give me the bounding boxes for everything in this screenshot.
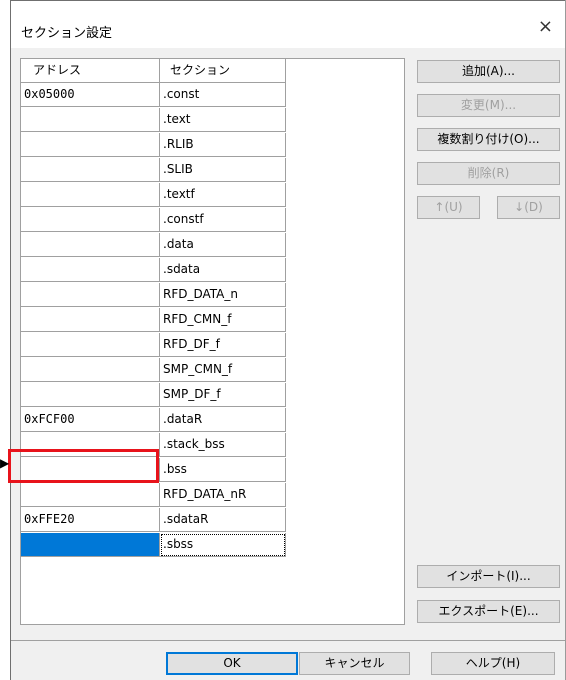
cancel-button[interactable]: キャンセル	[299, 652, 410, 675]
pointer-arrow-icon: ▶	[0, 456, 10, 470]
section-table: アドレス セクション 0x05000 .const .text .RLIB .SLIB.…	[20, 58, 405, 625]
table-row[interactable]: RFD_DATA_n	[21, 283, 286, 307]
section-cell[interactable]: RFD_CMN_f	[160, 308, 286, 332]
section-cell[interactable]: .stack_bss	[160, 433, 286, 457]
export-button[interactable]: エクスポート(E)...	[417, 600, 560, 623]
section-cell[interactable]: SMP_DF_f	[160, 383, 286, 407]
section-cell[interactable]: RFD_DATA_nR	[160, 483, 286, 507]
add-button[interactable]: 追加(A)...	[417, 60, 560, 83]
footer-separator	[11, 640, 565, 641]
column-header-address[interactable]: アドレス	[21, 59, 160, 83]
table-row[interactable]: .SLIB	[21, 158, 286, 182]
address-cell[interactable]	[21, 158, 160, 182]
ok-button[interactable]: OK	[166, 652, 298, 675]
close-icon[interactable]: ×	[538, 18, 553, 36]
dialog-title: セクション設定	[21, 26, 113, 41]
section-cell[interactable]: .sbss	[160, 533, 286, 557]
column-header-section[interactable]: セクション	[160, 59, 286, 83]
address-cell[interactable]	[21, 283, 160, 307]
table-row[interactable]: .textf	[21, 183, 286, 207]
table-row[interactable]: .data	[21, 233, 286, 257]
address-cell[interactable]	[21, 108, 160, 132]
change-button[interactable]: 変更(M)...	[417, 94, 560, 117]
address-cell[interactable]	[21, 483, 160, 507]
address-cell[interactable]	[21, 258, 160, 282]
delete-button[interactable]: 削除(R)	[417, 162, 560, 185]
address-cell[interactable]	[21, 233, 160, 257]
table-header: アドレス セクション	[21, 59, 286, 83]
multi-assign-button[interactable]: 複数割り付け(O)...	[417, 128, 560, 151]
section-cell[interactable]: .RLIB	[160, 133, 286, 157]
table-row[interactable]: 0x05000 .const	[21, 83, 286, 107]
move-up-button[interactable]: ↑(U)	[417, 196, 480, 219]
section-settings-dialog: セクション設定 × アドレス セクション 0x05000 .const .text.…	[10, 0, 566, 680]
move-down-button[interactable]: ↓(D)	[497, 196, 560, 219]
address-cell[interactable]: 0xFFE20	[21, 508, 160, 532]
section-cell[interactable]: .SLIB	[160, 158, 286, 182]
address-cell[interactable]	[21, 133, 160, 157]
address-cell[interactable]	[21, 383, 160, 407]
address-cell[interactable]	[21, 308, 160, 332]
section-cell[interactable]: .sdataR	[160, 508, 286, 532]
table-row[interactable]: .constf	[21, 208, 286, 232]
table-row[interactable]: .sdata	[21, 258, 286, 282]
address-cell[interactable]	[21, 208, 160, 232]
address-cell[interactable]	[21, 533, 160, 557]
table-row[interactable]: .sbss	[21, 533, 286, 557]
section-cell[interactable]: .bss	[160, 458, 286, 482]
table-row[interactable]: 0xFFE20 .sdataR	[21, 508, 286, 532]
table-row[interactable]: .text	[21, 108, 286, 132]
import-button[interactable]: インポート(I)...	[417, 565, 560, 588]
table-row[interactable]: SMP_DF_f	[21, 383, 286, 407]
section-cell[interactable]: .data	[160, 233, 286, 257]
section-cell[interactable]: RFD_DATA_n	[160, 283, 286, 307]
table-row[interactable]: 0xFCF00 .dataR	[21, 408, 286, 432]
section-cell[interactable]: .textf	[160, 183, 286, 207]
address-cell[interactable]	[21, 458, 160, 482]
section-cell[interactable]: .dataR	[160, 408, 286, 432]
table-row[interactable]: SMP_CMN_f	[21, 358, 286, 382]
address-cell[interactable]	[21, 183, 160, 207]
table-row[interactable]: RFD_CMN_f	[21, 308, 286, 332]
title-bar: セクション設定 ×	[11, 0, 565, 48]
section-cell[interactable]: SMP_CMN_f	[160, 358, 286, 382]
address-cell[interactable]	[21, 358, 160, 382]
address-cell[interactable]: 0x05000	[21, 83, 160, 107]
help-button[interactable]: ヘルプ(H)	[431, 652, 555, 675]
table-row[interactable]: .RLIB	[21, 133, 286, 157]
section-cell[interactable]: RFD_DF_f	[160, 333, 286, 357]
address-cell[interactable]	[21, 433, 160, 457]
section-cell[interactable]: .constf	[160, 208, 286, 232]
section-cell[interactable]: .const	[160, 83, 286, 107]
table-row[interactable]: .bss	[21, 458, 286, 482]
table-row[interactable]: .stack_bss	[21, 433, 286, 457]
address-cell[interactable]: 0xFCF00	[21, 408, 160, 432]
table-row[interactable]: RFD_DATA_nR	[21, 483, 286, 507]
section-cell[interactable]: .text	[160, 108, 286, 132]
address-cell[interactable]	[21, 333, 160, 357]
table-row[interactable]: RFD_DF_f	[21, 333, 286, 357]
section-cell[interactable]: .sdata	[160, 258, 286, 282]
